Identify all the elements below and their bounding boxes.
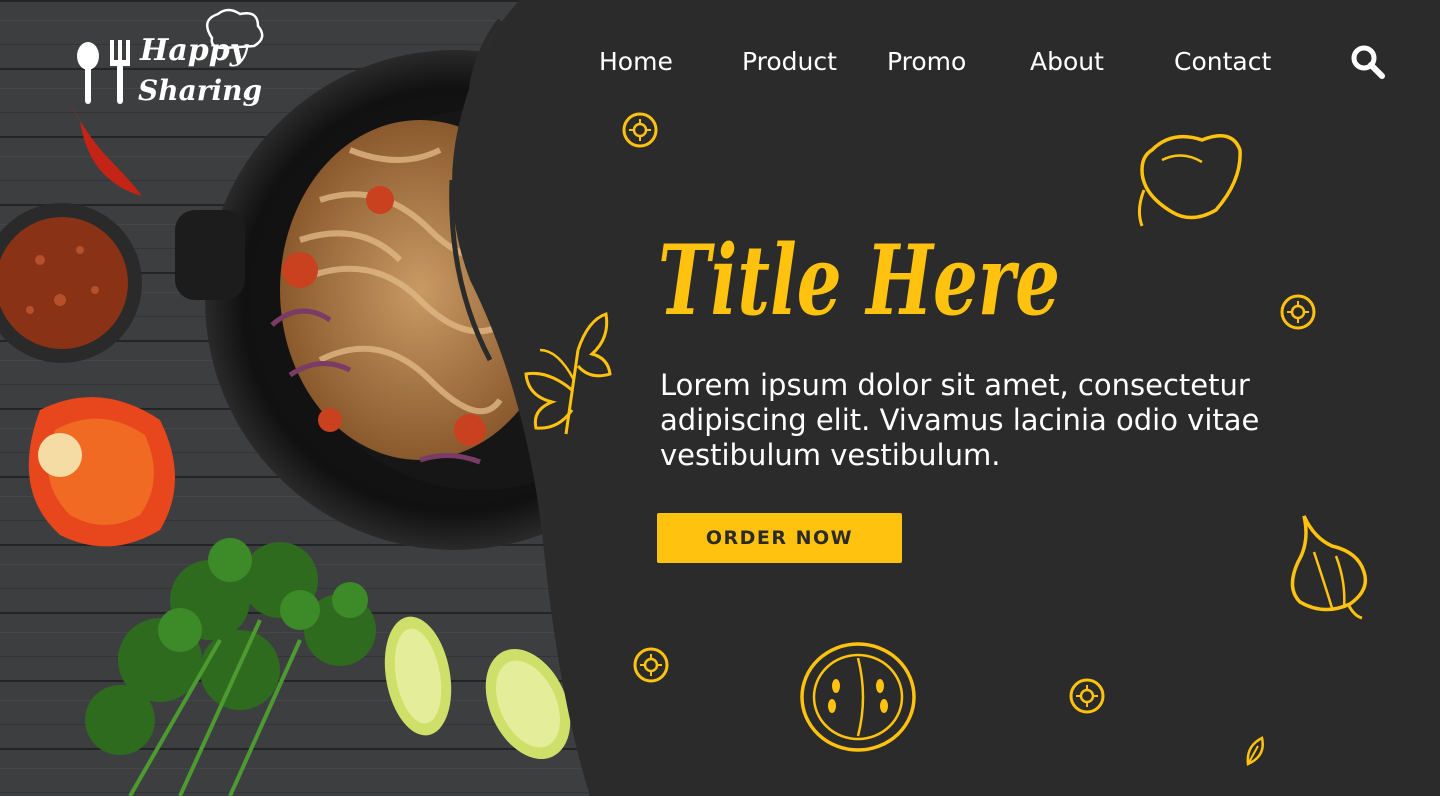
parsley-doodle-icon (524, 312, 612, 435)
garlic-doodle-icon (1290, 515, 1368, 620)
sun-seed-icon (633, 647, 669, 683)
hero-description: Lorem ipsum dolor sit amet, consectetur … (660, 368, 1260, 472)
sun-seed-icon (622, 112, 658, 148)
leaf-doodle-icon (1246, 736, 1264, 766)
sun-seed-icon (1280, 294, 1316, 330)
nav-item-about[interactable]: About (1030, 44, 1104, 80)
main-nav: Home Product Promo About Contact (0, 44, 1440, 84)
nav-item-promo[interactable]: Promo (887, 44, 966, 80)
search-icon[interactable] (1348, 42, 1388, 82)
sun-seed-icon (1069, 678, 1105, 714)
nav-item-contact[interactable]: Contact (1174, 44, 1271, 80)
nav-item-product[interactable]: Product (742, 44, 837, 80)
pepper-doodle-icon (1137, 134, 1242, 227)
hero-title-text: Title Here (658, 224, 1060, 336)
tomato-slice-doodle-icon (800, 642, 916, 752)
order-now-button[interactable]: ORDER NOW (657, 513, 902, 563)
nav-item-home[interactable]: Home (599, 44, 673, 80)
